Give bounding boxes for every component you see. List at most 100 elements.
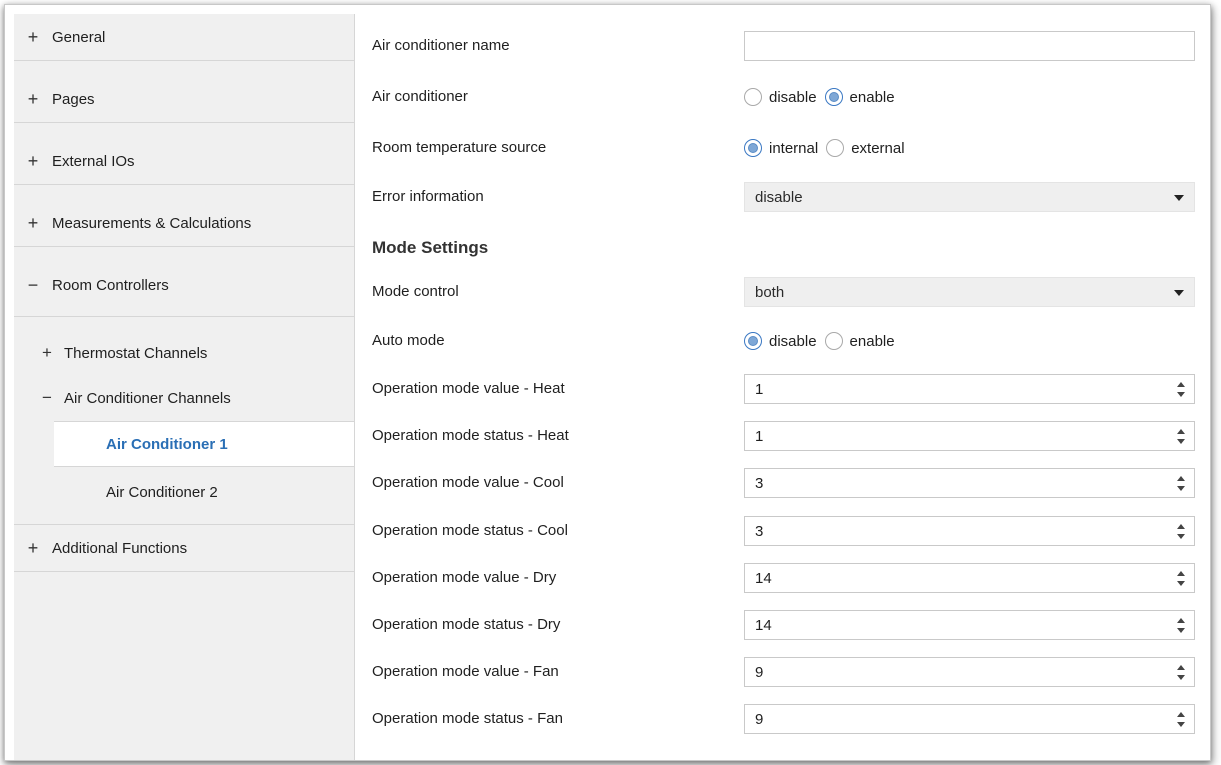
- sidebar-item-pages[interactable]: + Pages: [14, 76, 354, 123]
- sidebar-item-label: Pages: [52, 90, 95, 108]
- spinner-arrows-icon[interactable]: [1176, 428, 1186, 446]
- section-divider: [14, 316, 354, 317]
- spinner-arrows-icon[interactable]: [1176, 664, 1186, 682]
- sidebar-item-label: Air Conditioner Channels: [64, 389, 231, 407]
- radio-disable[interactable]: disable: [744, 332, 817, 350]
- sidebar-item-air-conditioner-2[interactable]: Air Conditioner 2: [54, 469, 354, 515]
- spinner-value: 14: [755, 616, 772, 634]
- spinner-arrows-icon[interactable]: [1176, 711, 1186, 729]
- radio-external[interactable]: external: [826, 139, 905, 157]
- spinner-value: 9: [755, 710, 764, 728]
- field-label: Mode control: [372, 283, 459, 300]
- sidebar-item-external-ios[interactable]: + External IOs: [14, 138, 354, 185]
- field-label: Operation mode status - Cool: [372, 522, 568, 539]
- row-error-information: Error information disable: [355, 173, 1205, 220]
- spinner-arrows-icon[interactable]: [1176, 475, 1186, 493]
- radio-label: enable: [849, 88, 895, 106]
- sidebar-item-label: Thermostat Channels: [64, 344, 208, 362]
- expand-plus-icon: +: [27, 537, 39, 558]
- row-auto-mode: Auto mode disable enable: [355, 317, 1205, 364]
- sidebar: + General + Pages + External IOs + Measu…: [14, 14, 355, 760]
- row-air-conditioner: Air conditioner disable enable: [355, 73, 1205, 120]
- error-information-select[interactable]: disable: [744, 182, 1195, 212]
- spinner-value: 9: [755, 663, 764, 681]
- sidebar-item-label: Room Controllers: [52, 276, 169, 294]
- field-label: Error information: [372, 188, 484, 205]
- radio-internal[interactable]: internal: [744, 139, 818, 157]
- field-label: Room temperature source: [372, 139, 547, 156]
- sidebar-item-label: Additional Functions: [52, 539, 188, 557]
- air-conditioner-radio-group: disable enable: [744, 82, 1195, 112]
- radio-selected-icon: [824, 88, 843, 106]
- radio-selected-icon: [744, 332, 762, 350]
- expand-plus-icon: +: [27, 150, 39, 171]
- op-value-fan-spinner[interactable]: 9: [744, 657, 1195, 687]
- sidebar-item-label: External IOs: [52, 152, 135, 170]
- radio-enable[interactable]: enable: [824, 332, 895, 350]
- collapse-minus-icon: −: [27, 274, 39, 295]
- select-value: both: [755, 283, 785, 301]
- field-label: Operation mode value - Cool: [372, 474, 564, 491]
- expand-plus-icon: +: [27, 88, 39, 109]
- sidebar-item-label: Measurements & Calculations: [52, 214, 252, 232]
- spinner-arrows-icon[interactable]: [1176, 523, 1186, 541]
- select-value: disable: [755, 188, 803, 206]
- expand-plus-icon: +: [27, 26, 39, 47]
- field-label: Operation mode value - Fan: [372, 663, 559, 680]
- row-room-temperature-source: Room temperature source internal externa…: [355, 124, 1205, 171]
- air-conditioner-name-input[interactable]: [744, 31, 1195, 61]
- op-status-fan-spinner[interactable]: 9: [744, 704, 1195, 734]
- row-op-value-cool: Operation mode value - Cool 3: [355, 459, 1205, 506]
- sidebar-item-room-controllers[interactable]: − Room Controllers: [14, 262, 354, 308]
- field-label: Operation mode status - Dry: [372, 616, 561, 633]
- radio-enable[interactable]: enable: [824, 88, 895, 106]
- row-op-status-heat: Operation mode status - Heat 1: [355, 412, 1205, 459]
- expand-plus-icon: +: [42, 343, 52, 362]
- op-value-heat-spinner[interactable]: 1: [744, 374, 1195, 404]
- spinner-arrows-icon[interactable]: [1176, 570, 1186, 588]
- field-label: Operation mode value - Dry: [372, 569, 557, 586]
- settings-panel: Air conditioner name Air conditioner dis…: [355, 14, 1205, 760]
- op-status-cool-spinner[interactable]: 3: [744, 516, 1195, 546]
- auto-mode-radio-group: disable enable: [744, 326, 1195, 356]
- op-status-heat-spinner[interactable]: 1: [744, 421, 1195, 451]
- radio-label: disable: [769, 332, 817, 350]
- sidebar-item-thermostat-channels[interactable]: + Thermostat Channels: [14, 330, 354, 376]
- section-heading: Mode Settings: [372, 238, 489, 257]
- radio-label: external: [851, 139, 905, 157]
- radio-label: internal: [769, 139, 819, 157]
- spinner-arrows-icon[interactable]: [1176, 617, 1186, 635]
- spinner-value: 3: [755, 522, 764, 540]
- row-air-conditioner-name: Air conditioner name: [355, 22, 1205, 69]
- radio-circle-icon: [826, 139, 845, 157]
- op-value-cool-spinner[interactable]: 3: [744, 468, 1195, 498]
- field-label: Air conditioner name: [372, 37, 510, 54]
- field-label: Operation mode value - Heat: [372, 380, 565, 397]
- sidebar-item-air-conditioner-channels[interactable]: − Air Conditioner Channels: [14, 375, 354, 421]
- sidebar-item-additional-functions[interactable]: + Additional Functions: [14, 525, 354, 572]
- op-value-dry-spinner[interactable]: 14: [744, 563, 1195, 593]
- spinner-value: 3: [755, 474, 764, 492]
- row-op-status-fan: Operation mode status - Fan 9: [355, 695, 1205, 742]
- row-op-value-dry: Operation mode value - Dry 14: [355, 554, 1205, 601]
- mode-control-select[interactable]: both: [744, 277, 1195, 307]
- field-label: Auto mode: [372, 332, 445, 349]
- sidebar-item-air-conditioner-1[interactable]: Air Conditioner 1: [54, 421, 354, 467]
- section-notch-icon: [44, 318, 60, 326]
- radio-label: disable: [769, 88, 817, 106]
- field-label: Operation mode status - Fan: [372, 710, 563, 727]
- op-status-dry-spinner[interactable]: 14: [744, 610, 1195, 640]
- row-mode-control: Mode control both: [355, 268, 1205, 315]
- dropdown-caret-icon: [1174, 290, 1184, 296]
- temperature-source-radio-group: internal external: [744, 133, 1195, 163]
- spinner-value: 1: [755, 380, 764, 398]
- spinner-value: 14: [755, 569, 772, 587]
- expand-plus-icon: +: [27, 212, 39, 233]
- radio-disable[interactable]: disable: [744, 88, 817, 106]
- spinner-arrows-icon[interactable]: [1176, 381, 1186, 399]
- field-label: Air conditioner: [372, 88, 468, 105]
- sidebar-item-general[interactable]: + General: [14, 14, 354, 61]
- field-label: Operation mode status - Heat: [372, 427, 569, 444]
- collapse-minus-icon: −: [42, 388, 52, 407]
- sidebar-item-measurements[interactable]: + Measurements & Calculations: [14, 200, 354, 247]
